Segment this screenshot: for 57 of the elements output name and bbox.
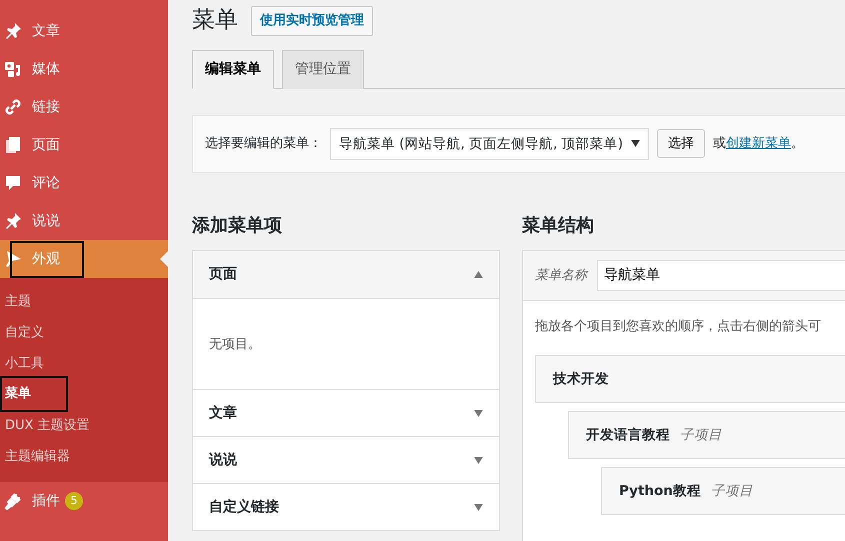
highlighted-submenu-item[interactable]: 菜单: [0, 376, 68, 412]
media-icon: [4, 60, 22, 78]
down-triangle-icon: [474, 456, 483, 464]
pages-icon: [4, 136, 22, 154]
sidebar-item[interactable]: 外观: [0, 240, 168, 278]
section-heading: 菜单结构: [522, 214, 595, 236]
page-title: 菜单: [192, 6, 238, 35]
sidebar-label: 说说: [32, 212, 60, 230]
sidebar-label: 页面: [32, 136, 60, 154]
down-triangle-icon: [631, 140, 640, 148]
sidebar-label: 评论: [32, 174, 60, 192]
sidebar-label: 媒体: [32, 60, 60, 78]
section-heading: 添加菜单项: [192, 214, 283, 236]
instructions-text: 拖放各个项目到您喜欢的顺序，点击右侧的箭头可: [534, 318, 822, 336]
sidebar-item[interactable]: 插件 5: [0, 482, 168, 520]
create-menu-text: 或创建新菜单。: [713, 134, 804, 153]
sidebar-label: 链接: [32, 98, 60, 116]
sidebar-label: 插件: [32, 492, 60, 510]
sidebar-item[interactable]: 页面: [0, 126, 168, 164]
field-label: 菜单名称: [535, 267, 587, 286]
pin-icon: [4, 22, 22, 40]
menu-item[interactable]: 技术开发: [535, 354, 845, 403]
submenu-item[interactable]: 自定义: [0, 317, 168, 348]
up-triangle-icon: [474, 271, 483, 278]
down-triangle-icon: [474, 504, 483, 511]
menu-item[interactable]: 开发语言教程 子项目: [568, 410, 845, 459]
menu-dropdown[interactable]: 导航菜单 (网站导航, 页面左侧导航, 顶部菜单): [330, 128, 649, 160]
field-label: 选择要编辑的菜单：: [205, 134, 322, 153]
item-type-label: 子项目: [710, 482, 753, 501]
empty-message: 无项目。: [208, 336, 262, 354]
sidebar-item[interactable]: 链接: [0, 88, 168, 126]
brush-icon: [4, 250, 22, 268]
highlighted-label: 外观: [10, 240, 84, 278]
item-type-label: 子项目: [680, 426, 722, 445]
sidebar-label: 文章: [32, 22, 60, 40]
submenu-item[interactable]: 主题编辑器: [0, 441, 168, 472]
link-icon: [4, 98, 22, 116]
tab[interactable]: 编辑菜单: [192, 50, 274, 88]
preview-button[interactable]: 使用实时预览管理: [251, 6, 373, 36]
tab[interactable]: 管理位置: [282, 50, 364, 88]
submenu-item[interactable]: 主题: [0, 286, 168, 317]
menu-item[interactable]: Python教程 子项目: [601, 466, 845, 515]
sidebar-item[interactable]: 媒体: [0, 50, 168, 88]
accordion-header[interactable]: 页面: [193, 251, 499, 300]
plug-icon: [4, 492, 22, 510]
sidebar-item[interactable]: 说说: [0, 202, 168, 240]
down-triangle-icon: [474, 410, 483, 417]
sidebar-item[interactable]: 评论: [0, 164, 168, 202]
count-badge: 5: [65, 492, 83, 510]
create-menu-link[interactable]: 创建新菜单: [726, 136, 791, 151]
submenu-item[interactable]: DUX 主题设置: [0, 410, 168, 441]
sidebar-item[interactable]: 文章: [0, 12, 168, 50]
select-button[interactable]: 选择: [657, 128, 705, 158]
submenu-item[interactable]: 小工具: [0, 348, 168, 379]
pin-icon: [4, 212, 22, 230]
menu-name-field[interactable]: 导航菜单: [597, 260, 845, 292]
comment-icon: [4, 174, 22, 192]
